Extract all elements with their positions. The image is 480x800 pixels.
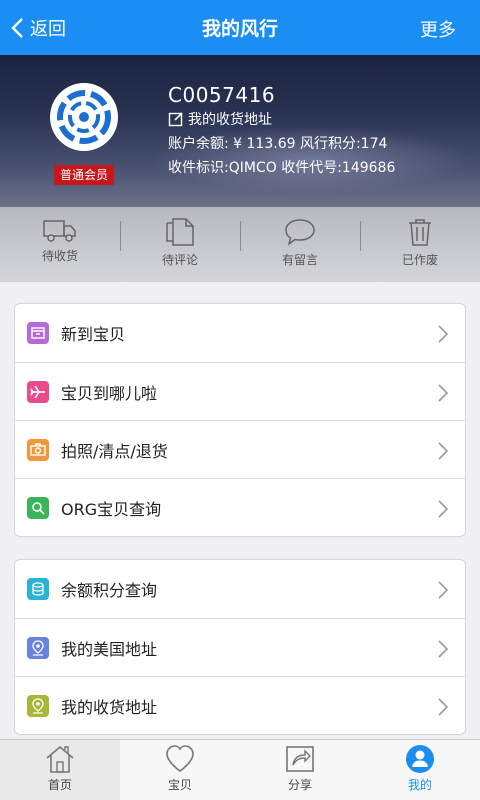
status-cancelled[interactable]: 已作废 [360, 207, 480, 282]
menu-item-label: ORG宝贝查询 [61, 499, 162, 519]
nav-label: 首页 [47, 778, 72, 792]
search-icon [27, 496, 49, 519]
address-link-label: 我的收货地址 [188, 112, 272, 128]
menu-item-receive-address[interactable]: 我的收货地址 [15, 676, 465, 734]
menu-group-account: 余额积分查询 我的美国地址 我的收货地址 [14, 559, 466, 735]
user-id: C0057416 [168, 83, 276, 107]
nav-label: 分享 [287, 778, 312, 792]
nav-label: 我的 [407, 778, 432, 792]
chevron-right-icon [438, 325, 449, 343]
chevron-right-icon [438, 442, 449, 460]
balance-info: 账户余额: ¥ 113.69 风行积分:174 [168, 136, 388, 152]
menu-item-label: 拍照/清点/退货 [61, 441, 168, 461]
status-has-message[interactable]: 有留言 [240, 207, 360, 282]
profile-header: 普通会员 C0057416 我的收货地址 账户余额: ¥ 113.69 风行积分… [0, 55, 480, 207]
avatar[interactable] [50, 83, 118, 151]
menu-item-balance-query[interactable]: 余额积分查询 [15, 560, 465, 618]
status-label: 已作废 [401, 253, 438, 267]
box-icon [27, 322, 49, 344]
coins-icon [27, 578, 49, 600]
home-icon [46, 745, 74, 773]
nav-tab-items[interactable]: 宝贝 [120, 740, 240, 800]
menu-item-new-arrivals[interactable]: 新到宝贝 [15, 304, 465, 362]
share-icon [286, 746, 314, 772]
chevron-right-icon [438, 500, 449, 518]
airplane-icon [27, 380, 49, 403]
menu-item-us-address[interactable]: 我的美国地址 [15, 618, 465, 676]
speech-bubble-icon [285, 219, 315, 246]
chevron-right-icon [438, 640, 449, 658]
top-app-bar: 返回 我的风行 更多 [0, 0, 480, 55]
nav-tab-mine[interactable]: 我的 [360, 740, 480, 800]
truck-icon [43, 220, 76, 242]
menu-item-label: 余额积分查询 [61, 581, 158, 600]
chevron-right-icon [438, 698, 449, 716]
menu-item-tracking[interactable]: 宝贝到哪儿啦 [15, 362, 465, 420]
menu-item-label: 我的收货地址 [61, 697, 158, 717]
menu-item-label: 宝贝到哪儿啦 [61, 383, 158, 403]
user-icon [406, 745, 434, 773]
status-label: 待评论 [161, 253, 198, 267]
more-button[interactable]: 更多 [420, 16, 456, 42]
order-status-row: 待收货 待评论 有留言 已作废 [0, 207, 480, 282]
receive-code-info: 收件标识:QIMCO 收件代号:149686 [168, 160, 396, 176]
status-label: 待收货 [41, 249, 78, 263]
nav-tab-home[interactable]: 首页 [0, 740, 120, 800]
status-pending-receipt[interactable]: 待收货 [0, 207, 120, 282]
trash-icon [409, 219, 431, 246]
nav-tab-share[interactable]: 分享 [240, 740, 360, 800]
page-title: 我的风行 [201, 18, 278, 40]
menu-item-org-query[interactable]: ORG宝贝查询 [15, 478, 465, 536]
status-pending-review[interactable]: 待评论 [120, 207, 240, 282]
menu-item-label: 新到宝贝 [61, 325, 126, 344]
chevron-right-icon [438, 384, 449, 402]
status-label: 有留言 [281, 253, 318, 267]
nav-label: 宝贝 [167, 778, 192, 792]
usa-location-icon [27, 636, 49, 659]
document-icon [166, 218, 194, 246]
china-location-icon [27, 694, 49, 717]
camera-icon [27, 438, 49, 461]
member-badge: 普通会员 [54, 165, 114, 185]
logo-icon [57, 90, 111, 144]
menu-group-shipping: 新到宝贝 宝贝到哪儿啦 拍照/清点/退货 ORG宝贝查询 [14, 303, 466, 537]
chevron-right-icon [438, 581, 449, 599]
edit-icon [168, 112, 183, 127]
bottom-navigation: 首页 宝贝 分享 我的 [0, 739, 480, 800]
menu-item-photo-return[interactable]: 拍照/清点/退货 [15, 420, 465, 478]
address-link[interactable]: 我的收货地址 [168, 109, 272, 129]
heart-icon [166, 745, 194, 772]
menu-item-label: 我的美国地址 [61, 639, 158, 659]
